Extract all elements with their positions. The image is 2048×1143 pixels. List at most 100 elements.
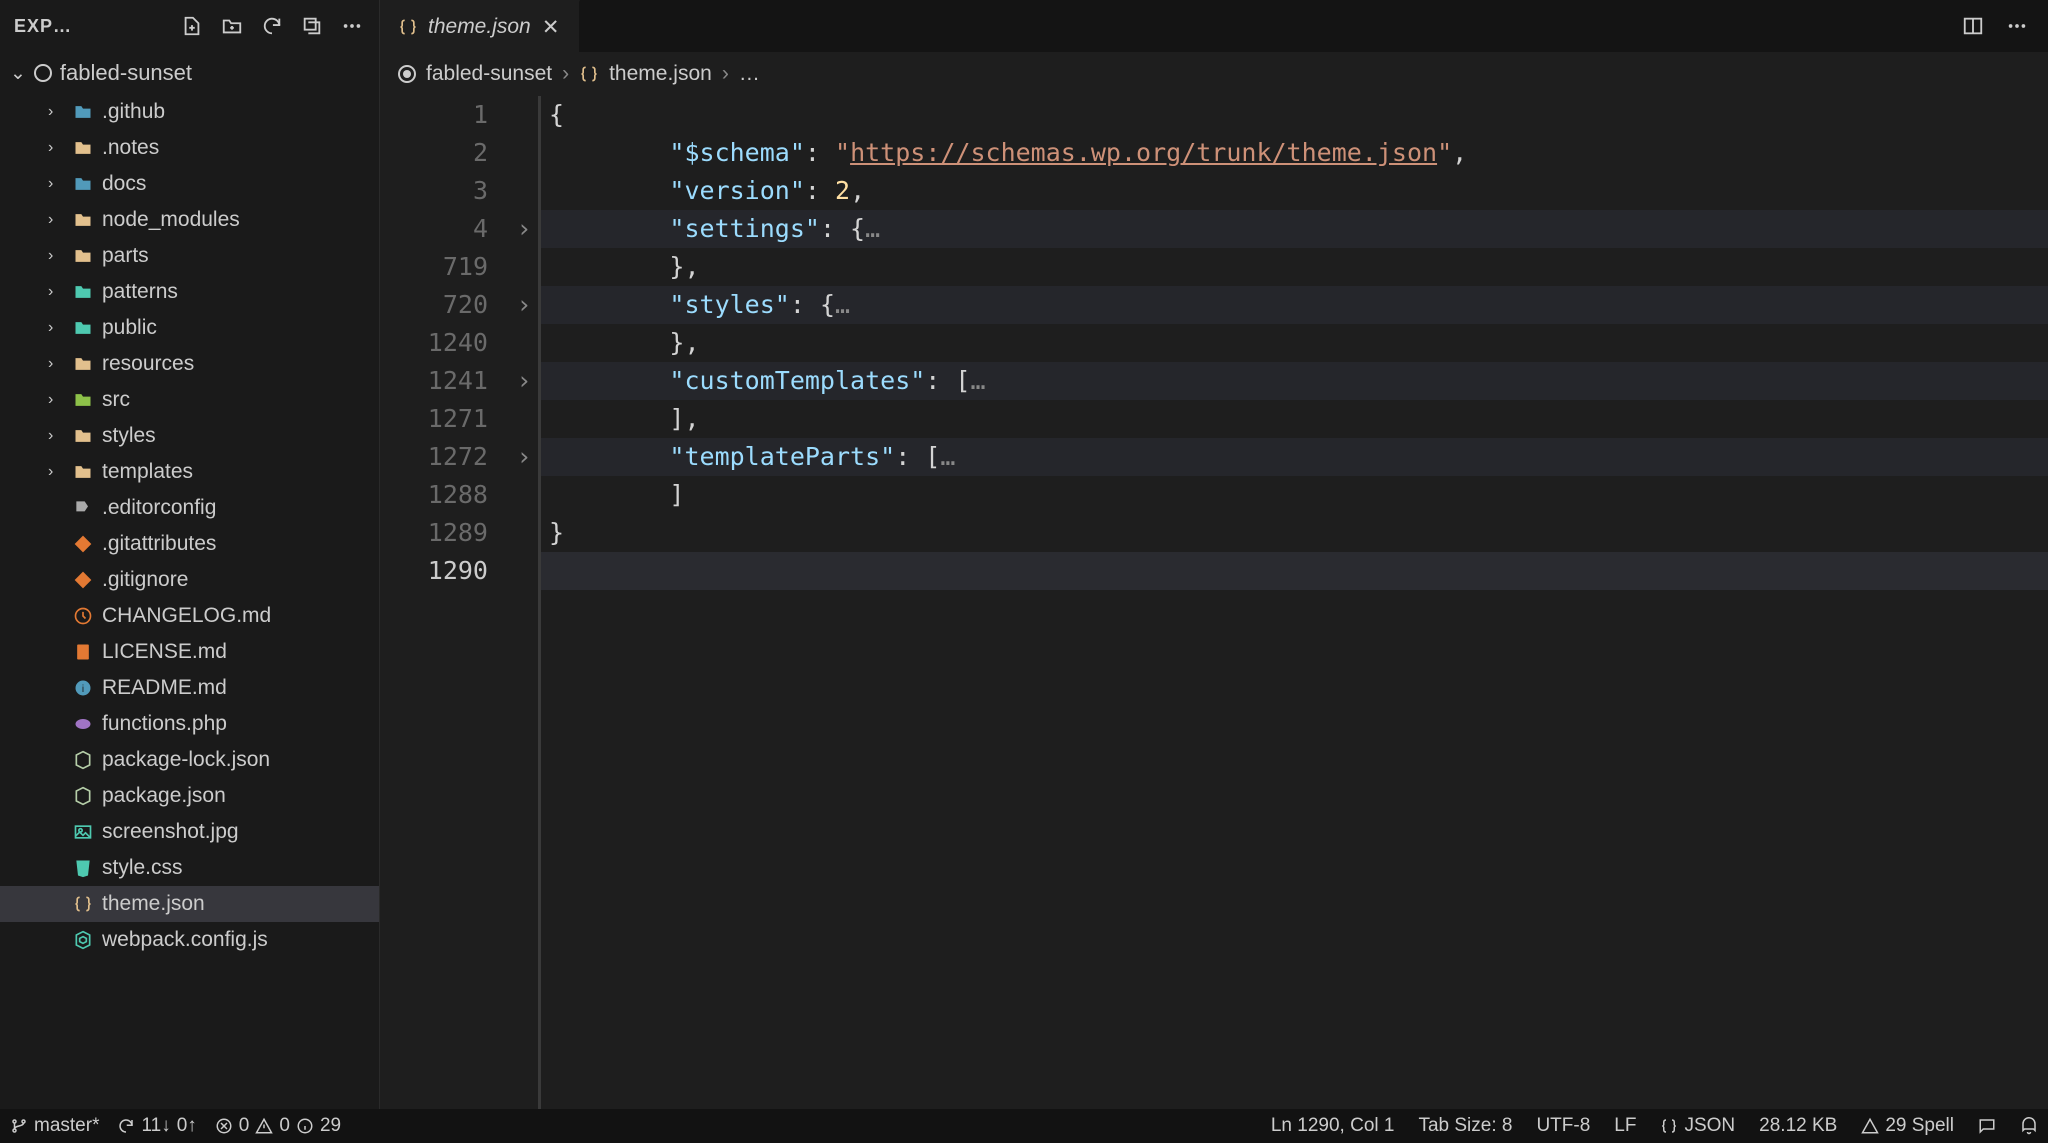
json-file-icon <box>398 17 418 37</box>
spell-check[interactable]: 29 Spell <box>1861 1115 1954 1137</box>
folder-docs[interactable]: ›docs <box>0 166 379 202</box>
fold-toggle <box>510 400 538 438</box>
explorer-title: EXP… <box>14 16 169 37</box>
code-line[interactable]: "styles": {… <box>541 286 2048 324</box>
file-functions-php[interactable]: functions.php <box>0 706 379 742</box>
line-number: 1290 <box>380 552 488 590</box>
repo-status-icon <box>34 64 52 82</box>
fold-toggle[interactable]: › <box>510 438 538 476</box>
code-line[interactable]: "settings": {… <box>541 210 2048 248</box>
fold-toggle <box>510 476 538 514</box>
folder--github[interactable]: ›.github <box>0 94 379 130</box>
tree-item-label: package.json <box>102 781 226 811</box>
folder-patterns[interactable]: ›patterns <box>0 274 379 310</box>
file-icon: i <box>72 677 94 699</box>
file--gitignore[interactable]: .gitignore <box>0 562 379 598</box>
tree-item-label: docs <box>102 169 146 199</box>
notifications-icon[interactable] <box>2020 1117 2038 1135</box>
git-sync[interactable]: 11↓ 0↑ <box>117 1115 196 1137</box>
encoding[interactable]: UTF-8 <box>1536 1115 1590 1137</box>
code-line[interactable]: }, <box>541 324 2048 362</box>
file-tree: ›.github›.notes›docs›node_modules›parts›… <box>0 94 379 1109</box>
breadcrumb-file: theme.json <box>609 62 712 86</box>
code-content[interactable]: { "$schema": "https://schemas.wp.org/tru… <box>538 96 2048 1109</box>
folder-node_modules[interactable]: ›node_modules <box>0 202 379 238</box>
tree-item-label: LICENSE.md <box>102 637 227 667</box>
file-webpack-config-js[interactable]: webpack.config.js <box>0 922 379 958</box>
git-branch[interactable]: master* <box>10 1115 99 1137</box>
fold-toggle <box>510 324 538 362</box>
fold-toggle[interactable]: › <box>510 286 538 324</box>
code-line[interactable]: "customTemplates": [… <box>541 362 2048 400</box>
collapse-all-icon[interactable] <box>299 13 325 39</box>
close-tab-icon[interactable]: ✕ <box>541 15 561 40</box>
breadcrumb-sep: › <box>562 62 569 86</box>
project-root[interactable]: ⌄ fabled-sunset <box>0 52 379 94</box>
code-line[interactable]: "version": 2, <box>541 172 2048 210</box>
more-icon[interactable] <box>339 13 365 39</box>
code-line[interactable]: { <box>541 96 2048 134</box>
file-size[interactable]: 28.12 KB <box>1759 1115 1837 1137</box>
breadcrumb-root-icon <box>398 65 416 83</box>
file-icon <box>72 785 94 807</box>
chevron-right-icon: › <box>48 241 64 271</box>
breadcrumb-sep: › <box>722 62 729 86</box>
fold-toggle[interactable]: › <box>510 362 538 400</box>
code-line[interactable]: "$schema": "https://schemas.wp.org/trunk… <box>541 134 2048 172</box>
code-line[interactable] <box>541 552 2048 590</box>
fold-toggle <box>510 134 538 172</box>
code-line[interactable]: "templateParts": [… <box>541 438 2048 476</box>
new-folder-icon[interactable] <box>219 13 245 39</box>
tree-item-label: styles <box>102 421 156 451</box>
file-package-json[interactable]: package.json <box>0 778 379 814</box>
file-theme-json[interactable]: theme.json <box>0 886 379 922</box>
eol[interactable]: LF <box>1614 1115 1636 1137</box>
problems[interactable]: 0 0 29 <box>215 1115 341 1137</box>
code-line[interactable]: ], <box>541 400 2048 438</box>
breadcrumb-rest: … <box>739 62 760 86</box>
file-LICENSE-md[interactable]: LICENSE.md <box>0 634 379 670</box>
code-line[interactable]: }, <box>541 248 2048 286</box>
file--gitattributes[interactable]: .gitattributes <box>0 526 379 562</box>
tree-item-label: parts <box>102 241 149 271</box>
cursor-position[interactable]: Ln 1290, Col 1 <box>1271 1115 1395 1137</box>
more-editor-icon[interactable] <box>2004 13 2030 39</box>
split-editor-icon[interactable] <box>1960 13 1986 39</box>
fold-toggle <box>510 172 538 210</box>
folder-public[interactable]: ›public <box>0 310 379 346</box>
file-screenshot-jpg[interactable]: screenshot.jpg <box>0 814 379 850</box>
folder-resources[interactable]: ›resources <box>0 346 379 382</box>
tree-item-label: package-lock.json <box>102 745 270 775</box>
code-line[interactable]: ] <box>541 476 2048 514</box>
folder-src[interactable]: ›src <box>0 382 379 418</box>
folder--notes[interactable]: ›.notes <box>0 130 379 166</box>
folder-templates[interactable]: ›templates <box>0 454 379 490</box>
file-README-md[interactable]: iREADME.md <box>0 670 379 706</box>
file-icon <box>72 605 94 627</box>
tree-item-label: node_modules <box>102 205 240 235</box>
breadcrumb[interactable]: fabled-sunset › theme.json › … <box>380 52 2048 96</box>
folder-styles[interactable]: › styles <box>0 418 379 454</box>
file-CHANGELOG-md[interactable]: CHANGELOG.md <box>0 598 379 634</box>
folder-parts[interactable]: › parts <box>0 238 379 274</box>
file--editorconfig[interactable]: .editorconfig <box>0 490 379 526</box>
chevron-right-icon: › <box>48 313 64 343</box>
tab-theme-json[interactable]: theme.json ✕ <box>380 0 580 52</box>
chevron-right-icon: › <box>48 421 64 451</box>
tree-item-label: style.css <box>102 853 183 883</box>
new-file-icon[interactable] <box>179 13 205 39</box>
language-mode[interactable]: JSON <box>1660 1115 1735 1137</box>
code-editor[interactable]: 12347197201240124112711272128812891290 ›… <box>380 96 2048 1109</box>
refresh-icon[interactable] <box>259 13 285 39</box>
fold-toggle[interactable]: › <box>510 210 538 248</box>
tree-item-label: .gitignore <box>102 565 188 595</box>
code-line[interactable]: } <box>541 514 2048 552</box>
breadcrumb-project: fabled-sunset <box>426 62 552 86</box>
fold-toggle <box>510 248 538 286</box>
folder-icon <box>72 245 94 267</box>
feedback-icon[interactable] <box>1978 1117 1996 1135</box>
file-package-lock-json[interactable]: package-lock.json <box>0 742 379 778</box>
tab-size[interactable]: Tab Size: 8 <box>1418 1115 1512 1137</box>
file-style-css[interactable]: style.css <box>0 850 379 886</box>
folder-icon <box>72 137 94 159</box>
